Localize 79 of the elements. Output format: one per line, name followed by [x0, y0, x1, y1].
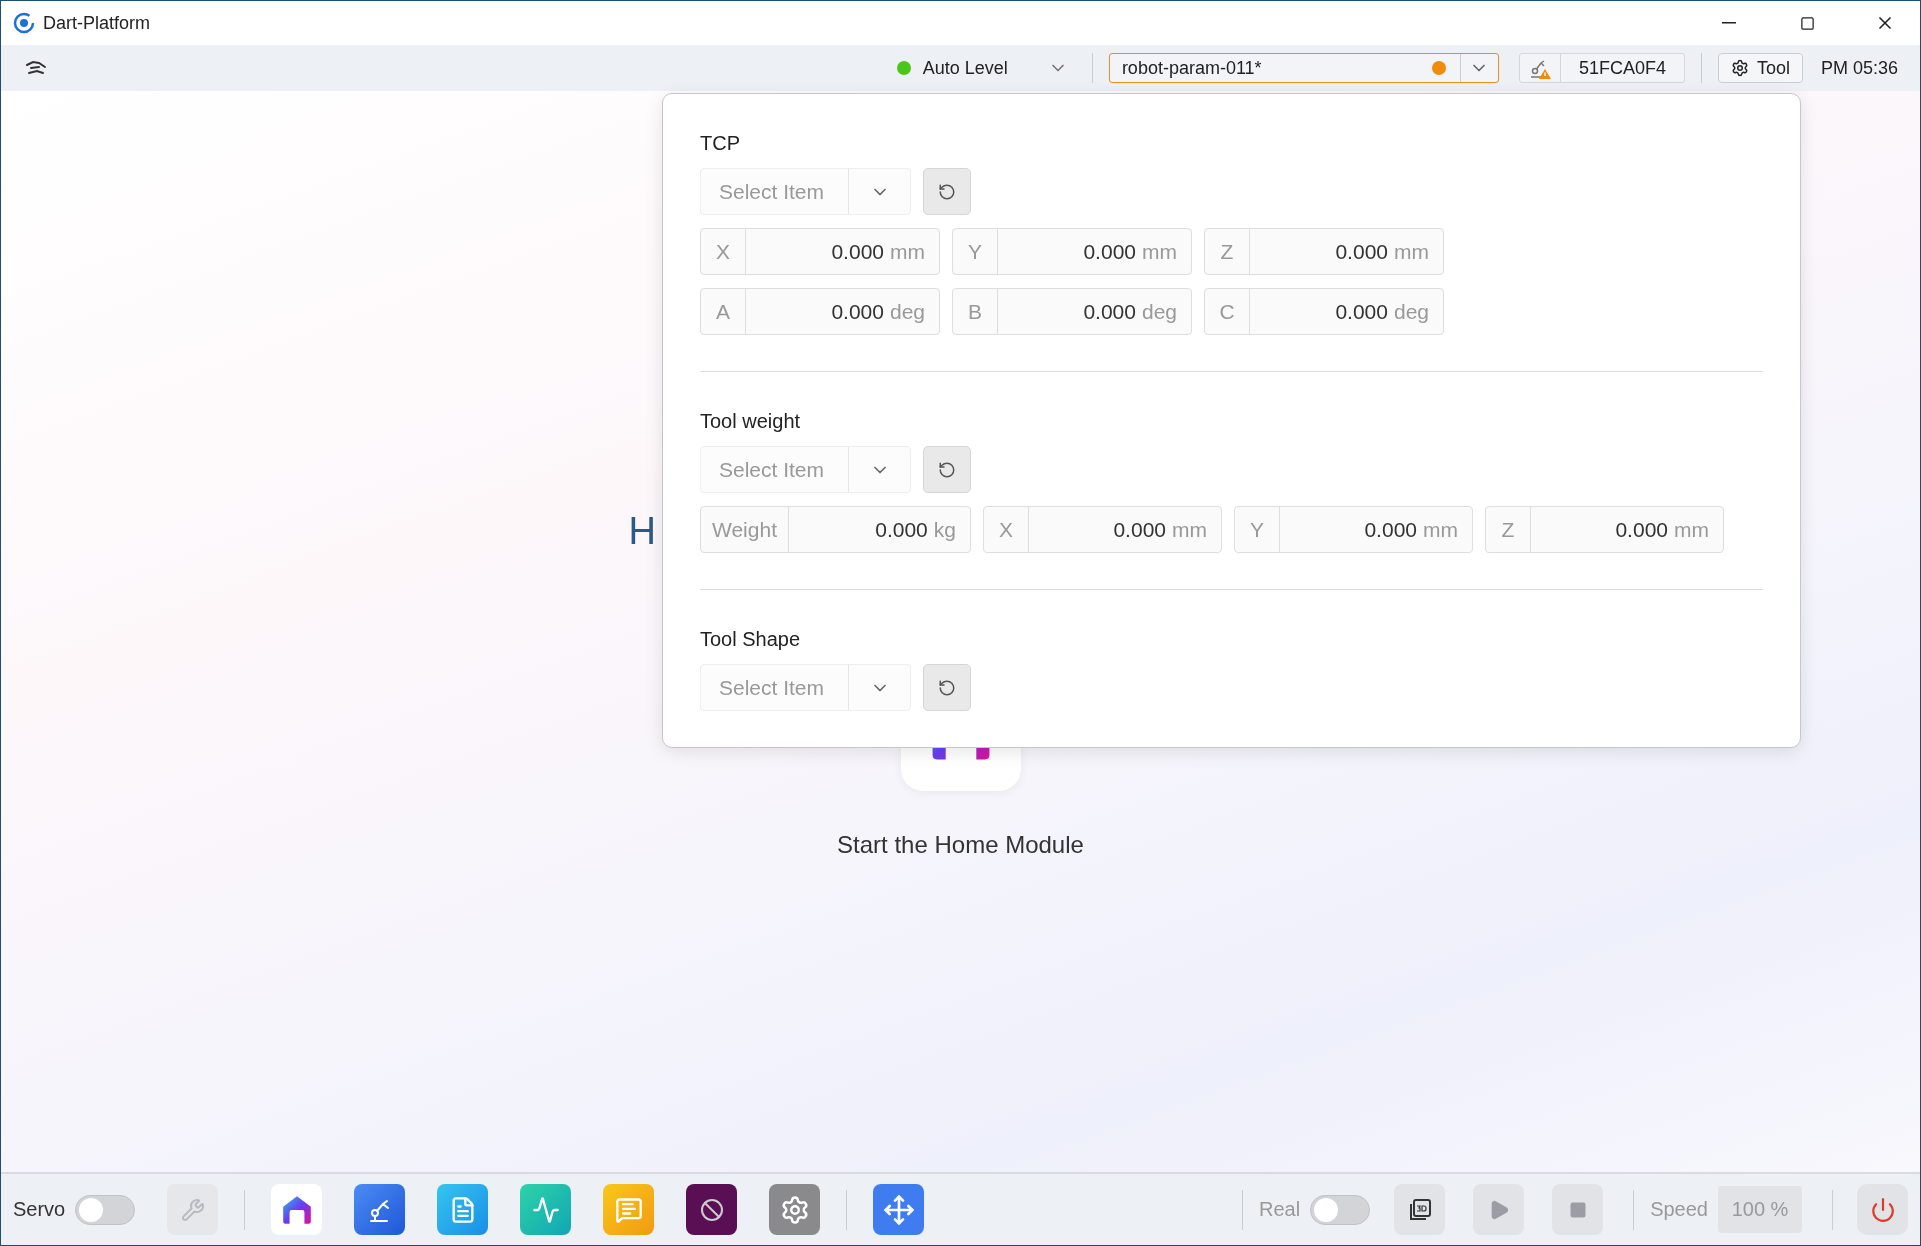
field-value: 0.000 mm — [1112, 516, 1208, 543]
value-field[interactable]: B 0.000 deg — [952, 288, 1192, 335]
reset-button[interactable] — [923, 446, 971, 493]
section-title: Tool weight — [700, 410, 802, 433]
mode-dropdown[interactable]: Auto Level — [888, 51, 1076, 85]
field-value: 0.000 mm — [1614, 516, 1710, 543]
field-label: Weight — [701, 507, 789, 552]
home-heading: H — [628, 509, 656, 553]
field-value: 0.000 mm — [1082, 238, 1178, 265]
reset-button[interactable] — [923, 664, 971, 711]
field-label: X — [984, 507, 1029, 552]
parameter-value: robot-param-011* — [1120, 57, 1263, 79]
robot-app-button[interactable] — [354, 1184, 406, 1235]
document-app-button[interactable] — [437, 1184, 489, 1235]
block-app-button[interactable] — [686, 1184, 738, 1235]
value-field[interactable]: A 0.000 deg — [700, 288, 940, 335]
value-field[interactable]: Y 0.000 mm — [1234, 506, 1473, 553]
select-placeholder: Select Item — [701, 169, 849, 214]
field-value: 0.000 mm — [830, 238, 926, 265]
section-title: Tool Shape — [700, 628, 802, 651]
power-button[interactable] — [1857, 1184, 1908, 1235]
select-placeholder: Select Item — [701, 447, 849, 492]
clock-time: PM 05:36 — [1820, 57, 1898, 79]
reset-icon — [938, 460, 956, 479]
real-toggle[interactable] — [1310, 1194, 1371, 1225]
field-value: 0.000 kg — [874, 516, 957, 543]
field-value: 0.000 deg — [1334, 298, 1430, 325]
settings-icon — [779, 1194, 810, 1225]
servo-label: Servo — [13, 1198, 66, 1221]
app-logo-icon — [13, 12, 35, 34]
tool-button[interactable]: Tool — [1717, 53, 1803, 83]
field-label: C — [1205, 289, 1250, 334]
field-value: 0.000 deg — [1082, 298, 1178, 325]
select-placeholder: Select Item — [701, 665, 849, 710]
modified-dot — [1431, 61, 1446, 75]
value-field[interactable]: Z 0.000 mm — [1204, 228, 1444, 275]
stop-icon — [1568, 1200, 1587, 1219]
settings-icon — [1730, 59, 1749, 77]
value-field[interactable]: X 0.000 mm — [983, 506, 1222, 553]
servo-toggle[interactable] — [75, 1194, 136, 1225]
move-arrows-icon — [882, 1193, 915, 1226]
pulse-icon — [531, 1195, 560, 1224]
minimize-icon — [1722, 22, 1736, 24]
start-home-label: Start the Home Module — [837, 831, 1084, 859]
value-field[interactable]: Z 0.000 mm — [1485, 506, 1724, 553]
section-title: TCP — [700, 132, 741, 155]
field-label: Z — [1205, 229, 1250, 274]
field-label: Y — [953, 229, 998, 274]
field-value: 0.000 mm — [1363, 516, 1459, 543]
value-field[interactable]: C 0.000 deg — [1204, 288, 1444, 335]
window-title: Dart-Platform — [43, 12, 151, 34]
parameter-dropdown[interactable]: robot-param-011* — [1108, 53, 1499, 83]
reset-icon — [938, 678, 956, 697]
prohibited-icon — [699, 1197, 724, 1222]
monitor-app-button[interactable] — [520, 1184, 572, 1235]
field-label: Z — [1486, 507, 1531, 552]
field-label: B — [953, 289, 998, 334]
3d-view-button[interactable] — [1394, 1184, 1446, 1235]
chat-icon — [614, 1195, 643, 1224]
settings-app-button[interactable] — [769, 1184, 821, 1235]
field-value: 0.000 deg — [830, 298, 926, 325]
wrench-icon — [180, 1197, 205, 1222]
field-value: 0.000 mm — [1334, 238, 1430, 265]
speed-label: Speed — [1650, 1198, 1708, 1221]
home-app-button[interactable] — [271, 1184, 323, 1235]
reset-icon — [938, 182, 956, 201]
field-label: Y — [1235, 507, 1280, 552]
value-field[interactable]: Y 0.000 mm — [952, 228, 1192, 275]
field-label: X — [701, 229, 746, 274]
field-label: A — [701, 289, 746, 334]
real-label: Real — [1259, 1198, 1301, 1221]
chat-app-button[interactable] — [603, 1184, 655, 1235]
value-field[interactable]: X 0.000 mm — [700, 228, 940, 275]
reset-button[interactable] — [923, 168, 971, 215]
value-field[interactable]: Weight 0.000 kg — [700, 506, 971, 553]
robot-id: 51FCA0F4 — [1559, 54, 1684, 82]
move-app-button[interactable] — [873, 1184, 925, 1235]
power-icon — [1869, 1196, 1896, 1223]
maximize-icon — [1799, 15, 1815, 31]
